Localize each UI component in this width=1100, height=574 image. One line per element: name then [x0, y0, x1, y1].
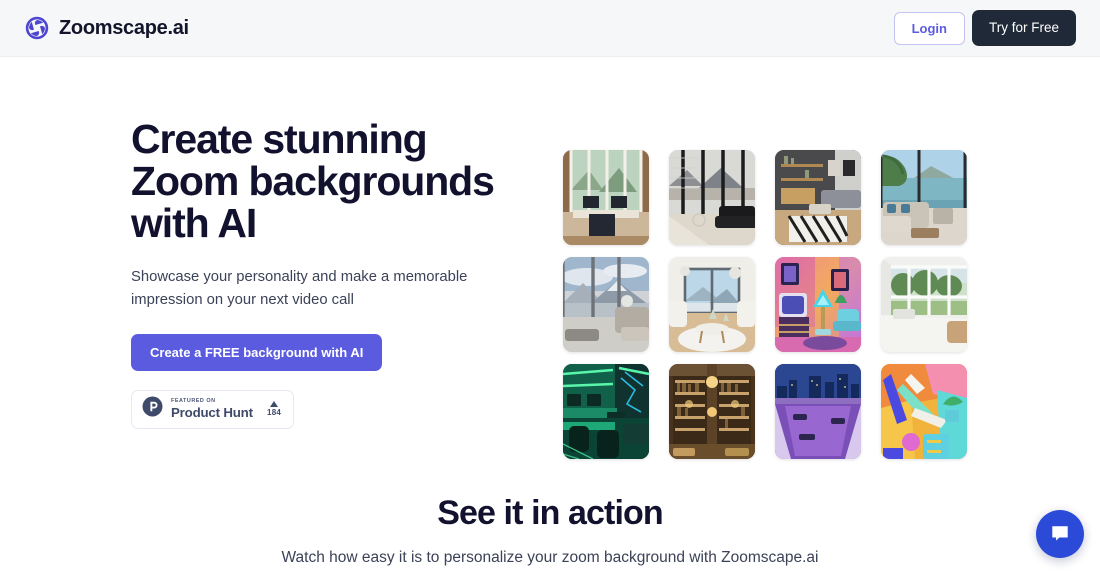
section-title: See it in action	[437, 493, 663, 532]
hero-section: Create stunning Zoom backgrounds with AI…	[0, 57, 1100, 459]
gallery-card[interactable]	[563, 364, 649, 459]
gallery-card[interactable]	[669, 257, 755, 352]
login-button[interactable]: Login	[893, 11, 965, 45]
product-hunt-upvote[interactable]: 184	[267, 401, 283, 417]
product-hunt-icon	[142, 396, 163, 422]
gallery-card[interactable]	[775, 257, 861, 352]
gallery-card[interactable]	[881, 364, 967, 459]
background-gallery	[563, 150, 969, 459]
gallery-grid	[563, 150, 969, 459]
header-actions: Login Try for Free	[893, 10, 1076, 46]
page-title: Create stunning Zoom backgrounds with AI	[131, 116, 495, 247]
product-hunt-text: FEATURED ON Product Hunt	[171, 398, 259, 420]
product-hunt-badge[interactable]: FEATURED ON Product Hunt 184	[131, 389, 294, 429]
chat-bubble-icon	[1049, 523, 1071, 545]
gallery-card[interactable]	[563, 257, 649, 352]
gallery-card[interactable]	[669, 150, 755, 245]
see-it-in-action-section: See it in action Watch how easy it is to…	[0, 494, 1100, 574]
product-hunt-name: Product Hunt	[171, 404, 253, 420]
section-subtitle: Watch how easy it is to personalize your…	[281, 548, 819, 566]
chat-widget-button[interactable]	[1036, 510, 1084, 558]
product-hunt-upvote-count: 184	[267, 408, 281, 418]
brand-logo[interactable]: Zoomscape.ai	[24, 15, 189, 41]
hero-copy: Create stunning Zoom backgrounds with AI…	[0, 94, 545, 429]
gallery-card[interactable]	[563, 150, 649, 245]
gallery-card[interactable]	[881, 257, 967, 352]
gallery-card[interactable]	[669, 364, 755, 459]
gallery-card[interactable]	[881, 150, 967, 245]
brand-name: Zoomscape.ai	[59, 16, 189, 39]
site-header: Zoomscape.ai Login Try for Free	[0, 0, 1100, 57]
gallery-card[interactable]	[775, 150, 861, 245]
create-background-button[interactable]: Create a FREE background with AI	[131, 333, 383, 371]
aperture-icon	[24, 15, 50, 41]
gallery-card[interactable]	[775, 364, 861, 459]
hero-subtitle: Showcase your personality and make a mem…	[131, 268, 468, 308]
try-for-free-button[interactable]: Try for Free	[971, 10, 1076, 46]
upvote-triangle-icon	[270, 401, 279, 408]
product-hunt-kicker: FEATURED ON	[171, 398, 216, 405]
